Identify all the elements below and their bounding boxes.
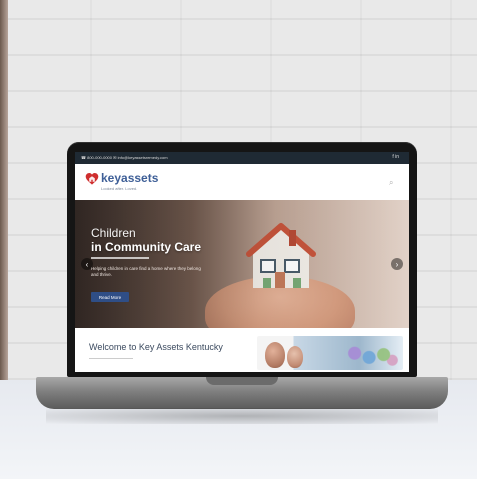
laptop: ☎ 800-000-0000 ✉ info@keyassetsremedy.co… [36, 142, 448, 424]
laptop-shadow [46, 408, 438, 424]
chevron-left-icon[interactable]: ‹ [81, 258, 93, 270]
logo-heart-icon [85, 173, 99, 185]
hero-title-underline [91, 257, 149, 259]
topbar-contact-info: ☎ 800-000-0000 ✉ info@keyassetsremedy.co… [81, 155, 168, 160]
welcome-title: Welcome to Key Assets Kentucky [89, 342, 223, 352]
hero-title-line-2: in Community Care [91, 240, 202, 254]
chevron-right-icon[interactable]: › [391, 258, 403, 270]
website-topbar: ☎ 800-000-0000 ✉ info@keyassetsremedy.co… [75, 152, 409, 164]
hero-slider: Children in Community Care Helping child… [75, 200, 409, 328]
laptop-screen: ☎ 800-000-0000 ✉ info@keyassetsremedy.co… [75, 152, 409, 372]
hero-title-line-1: Children [91, 226, 136, 240]
welcome-photo-group [343, 342, 401, 370]
laptop-base [36, 377, 448, 409]
search-icon[interactable]: ⌕ [389, 178, 399, 188]
welcome-photo-person-1 [265, 342, 285, 368]
welcome-photo-strip [257, 336, 403, 370]
topbar-social-icons[interactable]: f in [392, 154, 399, 160]
logo-wordmark[interactable]: keyassets [101, 172, 158, 184]
laptop-lid: ☎ 800-000-0000 ✉ info@keyassetsremedy.co… [67, 142, 417, 377]
hands-photo [205, 276, 355, 328]
welcome-title-underline [89, 358, 133, 359]
hero-title: Children in Community Care [91, 226, 201, 254]
hero-read-more-button[interactable]: Read More [91, 292, 129, 302]
welcome-section: Welcome to Key Assets Kentucky [75, 328, 409, 372]
house-illustration [246, 223, 316, 288]
welcome-photo-person-2 [287, 346, 303, 368]
laptop-base-notch [206, 377, 278, 385]
website-navbar: keyassets Looked after. Loved. ⌕ [75, 164, 409, 200]
logo-tagline: Looked after. Loved. [101, 186, 138, 191]
hero-blurb: Helping children in care find a home whe… [91, 266, 201, 277]
